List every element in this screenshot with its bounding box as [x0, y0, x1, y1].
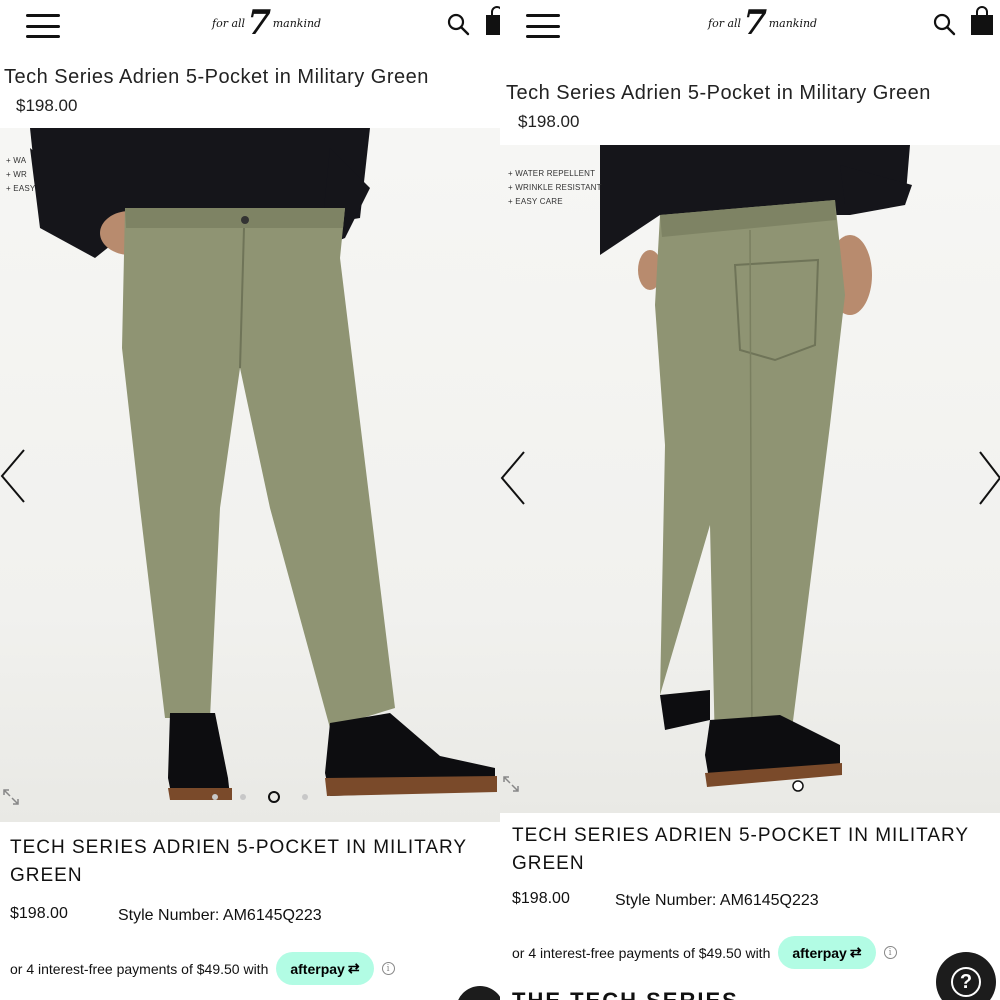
- carousel-dot[interactable]: [302, 794, 308, 800]
- carousel-dot-active[interactable]: [268, 791, 280, 803]
- menu-icon[interactable]: [526, 14, 560, 38]
- carousel-dot[interactable]: [240, 794, 246, 800]
- afterpay-badge[interactable]: afterpay ⇄: [276, 952, 374, 985]
- expand-icon[interactable]: [502, 775, 520, 793]
- product-price: $198.00: [518, 112, 580, 131]
- search-icon[interactable]: [446, 12, 470, 36]
- chevron-right-icon[interactable]: [978, 450, 1000, 506]
- chevron-left-icon[interactable]: [500, 450, 526, 506]
- afterpay-label: afterpay: [290, 960, 345, 977]
- brand-logo[interactable]: for all 7 mankind: [212, 3, 321, 43]
- feature-item: + WRINKLE RESISTANT: [508, 183, 602, 192]
- screenshot-left: for all 7 mankind Tech Series Adrien 5-Poc…: [0, 0, 500, 1000]
- detail-price: $198.00: [512, 890, 570, 907]
- afterpay-label: afterpay: [792, 944, 847, 961]
- installment-text: or 4 interest-free payments of $49.50 wi…: [10, 960, 269, 977]
- help-icon: ?: [951, 967, 981, 997]
- afterpay-badge[interactable]: afterpay ⇄: [778, 936, 876, 969]
- product-title: Tech Series Adrien 5-Pocket in Military …: [4, 66, 429, 88]
- product-price: $198.00: [16, 96, 78, 115]
- feature-item: + WR: [6, 170, 28, 179]
- afterpay-installments: or 4 interest-free payments of $49.50 wi…: [512, 936, 897, 969]
- help-button[interactable]: [456, 986, 500, 1000]
- info-icon[interactable]: i: [381, 962, 395, 975]
- style-number: Style Number: AM6145Q223: [615, 892, 819, 909]
- feature-item: + EASY CARE: [508, 197, 563, 206]
- menu-icon[interactable]: [26, 14, 60, 38]
- installment-text: or 4 interest-free payments of $49.50 wi…: [512, 944, 771, 961]
- feature-item: + WA: [6, 156, 27, 165]
- header: for all 7 mankind: [0, 0, 500, 55]
- chevron-left-icon[interactable]: [0, 448, 26, 504]
- product-image[interactable]: + WA + WR + EASY: [0, 128, 500, 822]
- afterpay-installments: or 4 interest-free payments of $49.50 wi…: [10, 952, 395, 985]
- tech-series-heading: THE TECH SERIES: [512, 988, 739, 1000]
- product-detail-title: TECH SERIES ADRIEN 5-POCKET IN MILITARY …: [10, 837, 467, 886]
- header: for all 7 mankind: [500, 0, 1000, 55]
- feature-list: + WATER REPELLENT + WRINKLE RESISTANT + …: [508, 167, 602, 209]
- afterpay-arrows-icon: ⇄: [347, 960, 360, 976]
- model-front-image: [30, 128, 497, 800]
- carousel-dot[interactable]: [212, 794, 218, 800]
- help-button[interactable]: ?: [936, 952, 996, 1000]
- product-image[interactable]: + WATER REPELLENT + WRINKLE RESISTANT + …: [500, 145, 1000, 813]
- search-icon[interactable]: [932, 12, 956, 36]
- feature-item: + WATER REPELLENT: [508, 169, 596, 178]
- feature-item: + EASY: [6, 184, 36, 193]
- product-title: Tech Series Adrien 5-Pocket in Military …: [506, 82, 931, 104]
- detail-price: $198.00: [10, 905, 68, 922]
- model-back-image: [600, 145, 912, 792]
- carousel-dots: [212, 791, 308, 803]
- shopping-bag-icon[interactable]: [484, 6, 500, 36]
- style-number: Style Number: AM6145Q223: [118, 907, 322, 924]
- shopping-bag-icon[interactable]: [969, 6, 995, 36]
- info-icon[interactable]: i: [883, 946, 897, 959]
- screenshot-right: for all 7 mankind Tech Series Adrien 5-Poc…: [500, 0, 1000, 1000]
- brand-logo[interactable]: for all 7 mankind: [708, 3, 817, 43]
- expand-icon[interactable]: [2, 788, 20, 806]
- afterpay-arrows-icon: ⇄: [849, 944, 862, 960]
- feature-list: + WA + WR + EASY: [6, 154, 35, 196]
- product-detail-title: TECH SERIES ADRIEN 5-POCKET IN MILITARY …: [512, 825, 969, 874]
